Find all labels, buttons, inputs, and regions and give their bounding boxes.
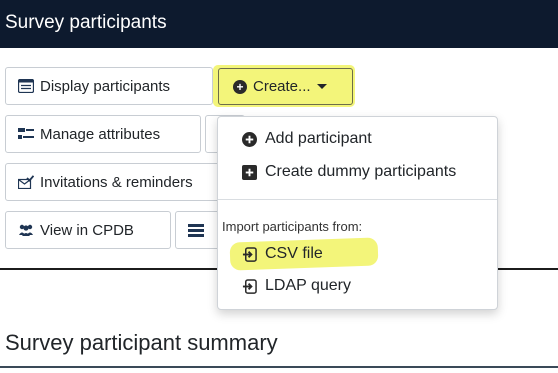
envelope-check-icon bbox=[18, 175, 34, 189]
attributes-icon bbox=[18, 128, 34, 139]
create-dropdown-menu: Add participant Create dummy participant… bbox=[217, 116, 498, 310]
screen: Survey participants Display participants… bbox=[0, 0, 558, 373]
ldap-query-item[interactable]: LDAP query bbox=[242, 277, 351, 295]
plus-circle-icon bbox=[242, 131, 257, 147]
menu-divider bbox=[218, 199, 497, 200]
page-header: Survey participants bbox=[0, 0, 558, 48]
add-participant-label: Add participant bbox=[265, 130, 372, 147]
add-participant-item[interactable]: Add participant bbox=[242, 130, 372, 148]
manage-attributes-label: Manage attributes bbox=[40, 125, 161, 143]
plus-circle-icon: + bbox=[233, 79, 247, 94]
partial-toolbar-button[interactable] bbox=[175, 211, 223, 249]
import-icon bbox=[242, 246, 257, 262]
display-participants-label: Display participants bbox=[40, 77, 171, 95]
page-title: Survey participants bbox=[5, 12, 167, 33]
users-icon bbox=[19, 224, 33, 236]
view-in-cpdb-label: View in CPDB bbox=[40, 221, 134, 239]
summary-heading: Survey participant summary bbox=[5, 330, 278, 355]
list-icon bbox=[188, 224, 204, 237]
list-table-icon bbox=[18, 79, 34, 93]
create-label: Create... bbox=[253, 78, 311, 95]
create-button[interactable]: + Create... bbox=[218, 68, 353, 105]
import-header: Import participants from: bbox=[222, 219, 363, 234]
plus-square-icon bbox=[242, 164, 257, 180]
invitations-reminders-label: Invitations & reminders bbox=[40, 173, 193, 191]
import-icon bbox=[242, 278, 257, 294]
manage-attributes-button[interactable]: Manage attributes bbox=[5, 115, 201, 153]
csv-file-item[interactable]: CSV file bbox=[242, 245, 323, 263]
csv-file-label: CSV file bbox=[265, 245, 323, 262]
chevron-down-icon bbox=[316, 84, 327, 89]
create-dummy-participants-label: Create dummy participants bbox=[265, 163, 457, 180]
display-participants-button[interactable]: Display participants bbox=[5, 67, 213, 105]
ldap-query-label: LDAP query bbox=[265, 277, 351, 294]
summary-divider bbox=[0, 366, 558, 368]
invitations-reminders-button[interactable]: Invitations & reminders bbox=[5, 163, 225, 201]
create-dummy-participants-item[interactable]: Create dummy participants bbox=[242, 163, 456, 181]
view-in-cpdb-button[interactable]: View in CPDB bbox=[5, 211, 171, 249]
